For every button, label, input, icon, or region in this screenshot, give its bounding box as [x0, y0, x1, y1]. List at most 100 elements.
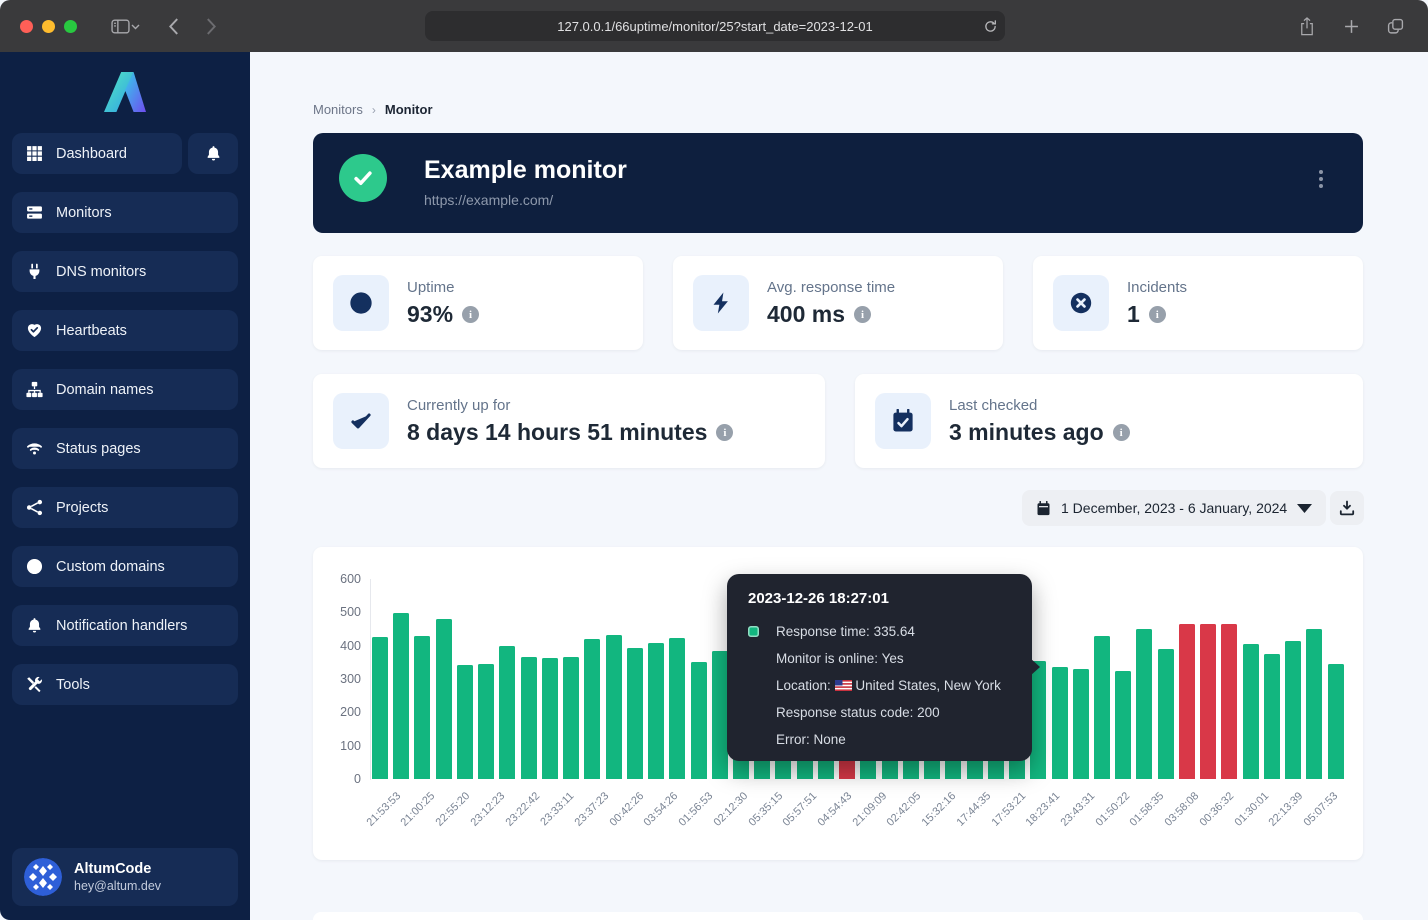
bar-up[interactable] [1243, 644, 1259, 779]
avg-response-label: Avg. response time [767, 279, 895, 296]
info-icon[interactable]: i [462, 306, 479, 323]
bar-up[interactable] [1052, 667, 1068, 779]
info-icon[interactable]: i [716, 424, 733, 441]
bar-up[interactable] [1094, 636, 1110, 779]
info-icon[interactable]: i [1149, 306, 1166, 323]
nodes-icon [26, 499, 43, 516]
bar-down[interactable] [1221, 624, 1237, 779]
bar-up[interactable] [1115, 671, 1131, 779]
status-up-icon [339, 154, 387, 202]
sidebar-item-custom-domains[interactable]: Custom domains [12, 546, 238, 587]
altumcode-logo-icon[interactable] [0, 52, 250, 133]
sidebar-item-monitors[interactable]: Monitors [12, 192, 238, 233]
info-icon[interactable]: i [854, 306, 871, 323]
bar-up[interactable] [606, 635, 622, 779]
y-axis-tick: 200 [321, 705, 361, 719]
export-download-button[interactable] [1330, 491, 1364, 525]
sitemap-icon [26, 381, 43, 398]
bar-up[interactable] [372, 637, 388, 779]
bar-up[interactable] [584, 639, 600, 779]
bar-up[interactable] [521, 657, 537, 779]
globe-icon [26, 558, 43, 575]
forward-button[interactable] [196, 11, 226, 41]
address-bar[interactable]: 127.0.0.1/66uptime/monitor/25?start_date… [425, 11, 1005, 41]
sidebar-item-label: Domain names [56, 382, 154, 398]
browser-window: 127.0.0.1/66uptime/monitor/25?start_date… [0, 0, 1428, 920]
sidebar-item-label: Notification handlers [56, 618, 187, 634]
bar-down[interactable] [1200, 624, 1216, 779]
x-axis-tick: 22:55:20 [434, 790, 473, 829]
bar-up[interactable] [691, 662, 707, 779]
bar-up[interactable] [393, 613, 409, 779]
bar-up[interactable] [414, 636, 430, 779]
bar-up[interactable] [1158, 649, 1174, 779]
bar-up[interactable] [478, 664, 494, 779]
bar-up[interactable] [542, 658, 558, 779]
bar-up[interactable] [627, 648, 643, 779]
info-icon[interactable]: i [1113, 424, 1130, 441]
last-checked-card: Last checked 3 minutes agoi [855, 374, 1363, 468]
x-axis-tick: 02:12:30 [711, 790, 750, 829]
browser-toolbar: 127.0.0.1/66uptime/monitor/25?start_date… [0, 0, 1428, 52]
calendar-icon [1036, 501, 1051, 516]
sidebar-item-label: Status pages [56, 441, 141, 457]
y-axis-tick: 0 [321, 772, 361, 786]
uptime-value: 93% [407, 301, 453, 328]
sidebar-item-domain-names[interactable]: Domain names [12, 369, 238, 410]
reload-icon[interactable] [984, 20, 997, 33]
bar-up[interactable] [457, 665, 473, 779]
sidebar-item-dashboard[interactable]: Dashboard [12, 133, 182, 174]
sidebar-item-tools[interactable]: Tools [12, 664, 238, 705]
bar-up[interactable] [1264, 654, 1280, 779]
bar-up[interactable] [1136, 629, 1152, 779]
bar-up[interactable] [499, 646, 515, 779]
bar-up[interactable] [1073, 669, 1089, 779]
x-axis-tick: 15:32:16 [920, 790, 959, 829]
sidebar-item-label: Dashboard [56, 146, 127, 162]
bar-up[interactable] [712, 651, 728, 779]
sidebar-item-projects[interactable]: Projects [12, 487, 238, 528]
x-axis-tick: 17:44:35 [954, 790, 993, 829]
plug-icon [26, 263, 43, 280]
bar-up[interactable] [436, 619, 452, 779]
user-menu[interactable]: AltumCode hey@altum.dev [12, 848, 238, 906]
monitor-options-kebab-icon[interactable] [1315, 166, 1327, 192]
breadcrumb-monitors-link[interactable]: Monitors [313, 102, 363, 117]
minimize-window-button[interactable] [42, 20, 55, 33]
x-axis-tick: 23:37:23 [573, 790, 612, 829]
x-axis-tick: 21:00:25 [399, 790, 438, 829]
x-axis-tick: 03:54:26 [642, 790, 681, 829]
chevron-down-icon[interactable] [131, 17, 140, 35]
date-range-picker[interactable]: 1 December, 2023 - 6 January, 2024 [1022, 490, 1326, 526]
bolt-icon [693, 275, 749, 331]
sidebar-item-dns-monitors[interactable]: DNS monitors [12, 251, 238, 292]
tooltip-status-code: Response status code: 200 [748, 699, 1011, 726]
notifications-bell-button[interactable] [188, 133, 238, 174]
sidebar-item-notification-handlers[interactable]: Notification handlers [12, 605, 238, 646]
bar-up[interactable] [1328, 664, 1344, 779]
zoom-window-button[interactable] [64, 20, 77, 33]
tooltip-location: Location: United States, New York [748, 672, 1011, 699]
bar-up[interactable] [1306, 629, 1322, 779]
new-tab-icon[interactable] [1336, 11, 1366, 41]
sidebar-item-status-pages[interactable]: Status pages [12, 428, 238, 469]
share-icon[interactable] [1292, 11, 1322, 41]
avatar [24, 858, 62, 896]
bar-up[interactable] [648, 643, 664, 779]
tab-overview-icon[interactable] [1380, 11, 1410, 41]
bar-up[interactable] [563, 657, 579, 779]
back-button[interactable] [158, 11, 188, 41]
monitor-url-link[interactable]: https://example.com/ [424, 192, 553, 208]
bar-down[interactable] [1179, 624, 1195, 779]
user-name: AltumCode [74, 860, 161, 878]
bar-up[interactable] [1285, 641, 1301, 779]
chart-tooltip: 2023-12-26 18:27:01 Response time: 335.6… [727, 574, 1032, 761]
close-window-button[interactable] [20, 20, 33, 33]
x-axis-tick: 05:57:51 [781, 790, 820, 829]
bar-up[interactable] [669, 638, 685, 779]
bar-up[interactable] [1030, 661, 1046, 779]
sidebar-item-heartbeats[interactable]: Heartbeats [12, 310, 238, 351]
x-axis-tick: 21:53:53 [364, 790, 403, 829]
tools-icon [26, 676, 43, 693]
circle-x-icon [1053, 275, 1109, 331]
